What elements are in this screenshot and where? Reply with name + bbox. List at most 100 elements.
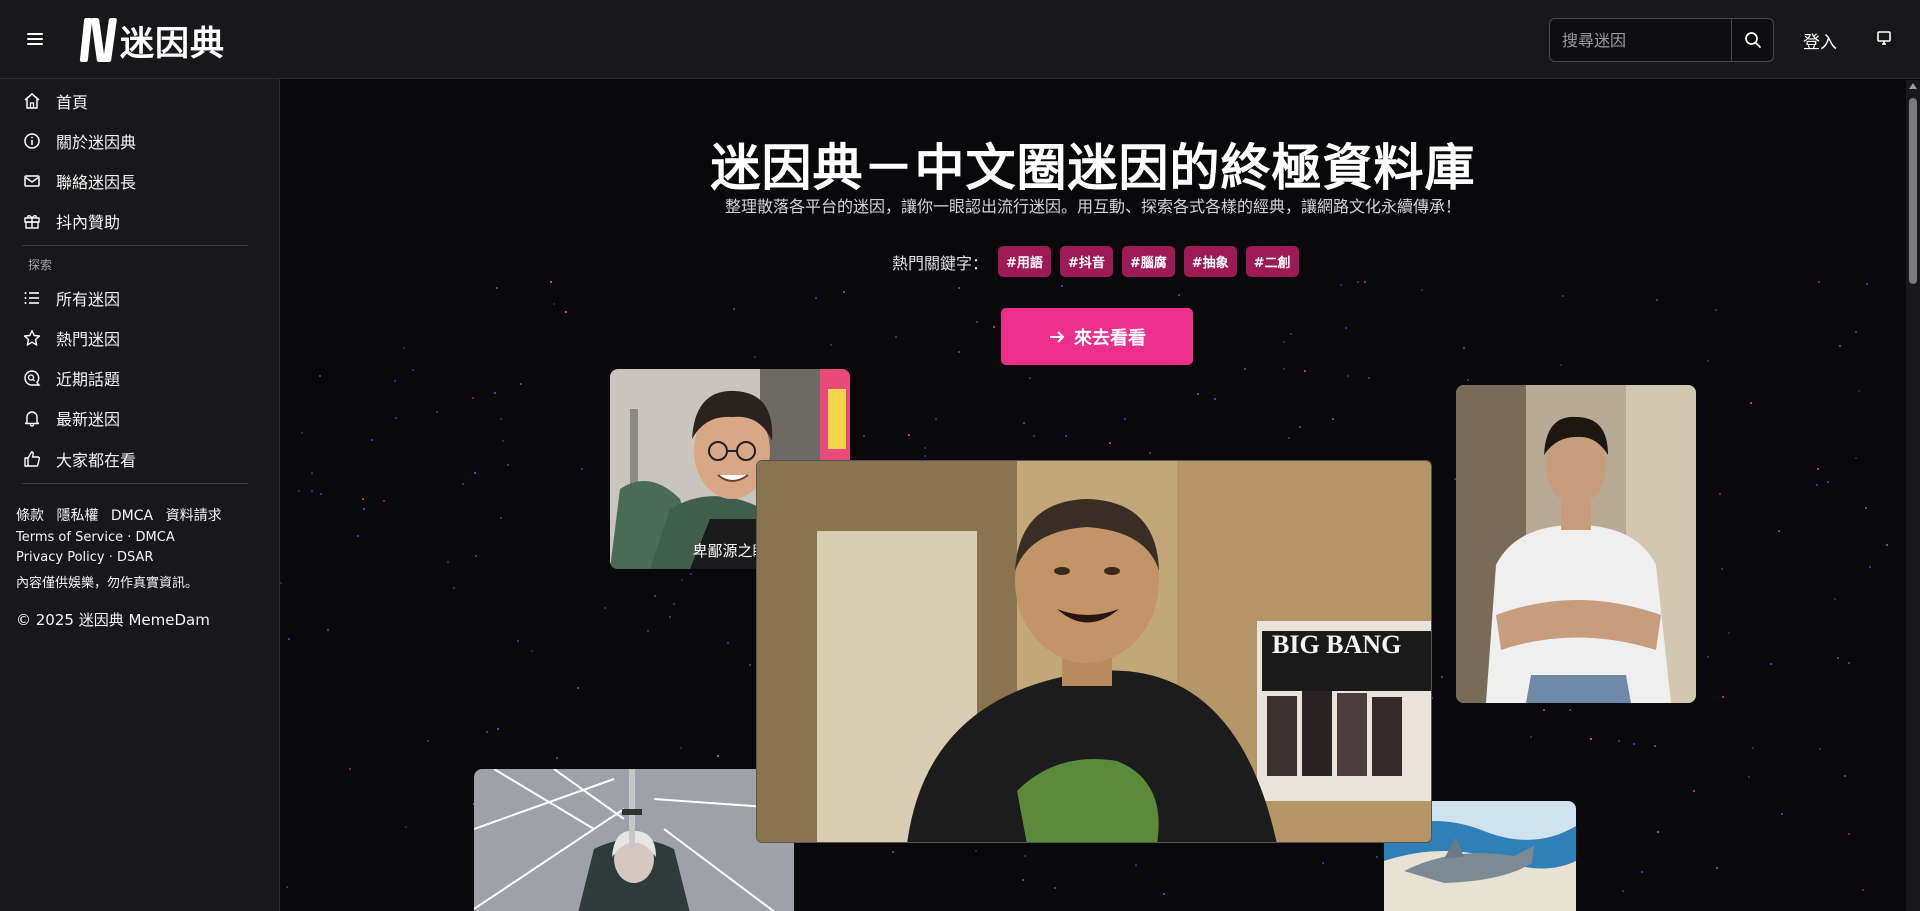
logo-icon	[79, 17, 118, 63]
dsar-link[interactable]: DSAR	[117, 550, 153, 565]
star-dot	[462, 483, 464, 485]
meme-thumbnail	[474, 769, 794, 911]
star-dot	[447, 561, 449, 563]
star-dot	[311, 472, 313, 474]
star-dot	[1816, 484, 1818, 486]
sidebar-item-contact[interactable]: 聯絡迷因長	[22, 165, 252, 197]
search-input[interactable]	[1550, 19, 1733, 61]
star-dot	[924, 447, 926, 449]
star-dot	[1869, 566, 1871, 568]
scroll-thumb[interactable]	[1909, 98, 1917, 284]
keywords-label: 熱門關鍵字：	[892, 253, 989, 273]
footer-link-terms[interactable]: 條款	[16, 508, 44, 524]
star-dot	[1340, 284, 1342, 286]
explore-button-label: 來去看看	[1074, 327, 1146, 349]
scroll-up-arrow-icon[interactable]	[1909, 83, 1917, 89]
sidebar-item-hot-memes[interactable]: 熱門迷因	[22, 322, 252, 354]
star-dot	[531, 650, 533, 652]
star-dot	[863, 435, 865, 437]
star-dot	[1244, 368, 1246, 370]
star-dot	[1197, 393, 1199, 395]
sidebar-item-new-memes[interactable]: 最新迷因	[22, 402, 252, 434]
star-dot	[1421, 289, 1423, 291]
star-dot	[517, 640, 519, 642]
copyright: © 2025 迷因典 MemeDam	[16, 611, 210, 629]
star-dot	[1304, 370, 1306, 372]
star-dot	[475, 555, 477, 557]
star-dot	[1560, 364, 1562, 366]
star-dot	[1590, 738, 1592, 740]
star-dot	[1848, 833, 1850, 835]
sidebar-item-about[interactable]: 關於迷因典	[22, 125, 252, 157]
privacy-policy-link[interactable]: Privacy Policy	[16, 550, 105, 565]
footer-link-dmca[interactable]: DMCA	[111, 508, 153, 524]
star-dot	[403, 347, 405, 349]
sidebar-item-all-memes[interactable]: 所有迷因	[22, 282, 252, 314]
sidebar-divider	[22, 245, 248, 246]
sidebar-divider	[22, 483, 248, 484]
star-dot	[1641, 871, 1643, 873]
star-dot	[405, 826, 407, 828]
sidebar-item-label: 大家都在看	[56, 451, 137, 470]
terms-of-service-link[interactable]: Terms of Service	[16, 530, 123, 545]
top-bar: 迷因典 登入	[0, 0, 1920, 79]
star-dot	[717, 755, 719, 757]
meme-video-player[interactable]: BIG BANG	[756, 460, 1432, 843]
sidebar-section-label: 探索	[28, 258, 53, 272]
star-dot	[1463, 347, 1465, 349]
keyword-tag[interactable]: #用語	[998, 246, 1051, 277]
star-dot	[327, 629, 329, 631]
keyword-tag[interactable]: #腦腐	[1121, 246, 1175, 277]
sidebar-item-label: 熱門迷因	[56, 330, 121, 349]
dmca-link[interactable]: DMCA	[136, 530, 175, 545]
login-link[interactable]: 登入	[1803, 28, 1837, 53]
star-dot	[1844, 775, 1846, 777]
star-dot	[1818, 281, 1820, 283]
star-dot	[363, 508, 365, 510]
star-dot	[1633, 743, 1635, 745]
star-dot	[1345, 327, 1347, 329]
sidebar-item-recent-topics[interactable]: 近期話題	[22, 362, 252, 394]
logo[interactable]: 迷因典	[79, 16, 225, 64]
star-dot	[1347, 375, 1349, 377]
hamburger-menu-icon[interactable]	[22, 27, 48, 51]
sidebar-item-home[interactable]: 首頁	[22, 85, 252, 117]
star-dot	[1862, 889, 1864, 891]
sidebar-item-label: 近期話題	[56, 370, 121, 389]
page-scrollbar[interactable]	[1906, 80, 1920, 911]
keyword-tag[interactable]: #二創	[1245, 246, 1299, 277]
star-dot	[1715, 309, 1717, 311]
star-dot	[1288, 437, 1290, 439]
sidebar-item-label: 最新迷因	[56, 410, 121, 429]
meme-card[interactable]	[474, 769, 794, 911]
star-dot	[1721, 568, 1723, 570]
keyword-tag[interactable]: #抽象	[1183, 246, 1237, 277]
search-button[interactable]	[1731, 19, 1773, 61]
star-dot	[453, 587, 455, 589]
star-dot	[1368, 377, 1370, 379]
star-dot	[690, 573, 692, 575]
star-dot	[520, 383, 522, 385]
footer-link-data-request[interactable]: 資料請求	[166, 508, 222, 524]
monitor-icon[interactable]	[1874, 28, 1894, 48]
keyword-tag[interactable]: #抖音	[1059, 246, 1113, 277]
meme-card[interactable]	[1456, 385, 1696, 703]
sidebar-item-trending[interactable]: 大家都在看	[22, 443, 252, 475]
footer-line-privacy: Privacy Policy · DSAR	[16, 550, 153, 565]
star-dot	[1778, 530, 1780, 532]
explore-button[interactable]: 來去看看	[1001, 308, 1193, 365]
star-dot	[500, 418, 502, 420]
sidebar-item-donate[interactable]: 抖內贊助	[22, 205, 252, 237]
star-dot	[1283, 341, 1285, 343]
star-dot	[1855, 457, 1857, 459]
star-dot	[733, 308, 735, 310]
bell-icon	[22, 408, 42, 428]
star-dot	[895, 336, 897, 338]
star-dot	[565, 311, 567, 313]
star-dot	[553, 303, 555, 305]
footer-link-privacy[interactable]: 隱私權	[56, 508, 98, 524]
sidebar-item-label: 首頁	[56, 93, 89, 112]
footer-separator: ·	[123, 530, 136, 545]
star-dot	[1033, 435, 1035, 437]
star-dot	[1149, 452, 1151, 454]
